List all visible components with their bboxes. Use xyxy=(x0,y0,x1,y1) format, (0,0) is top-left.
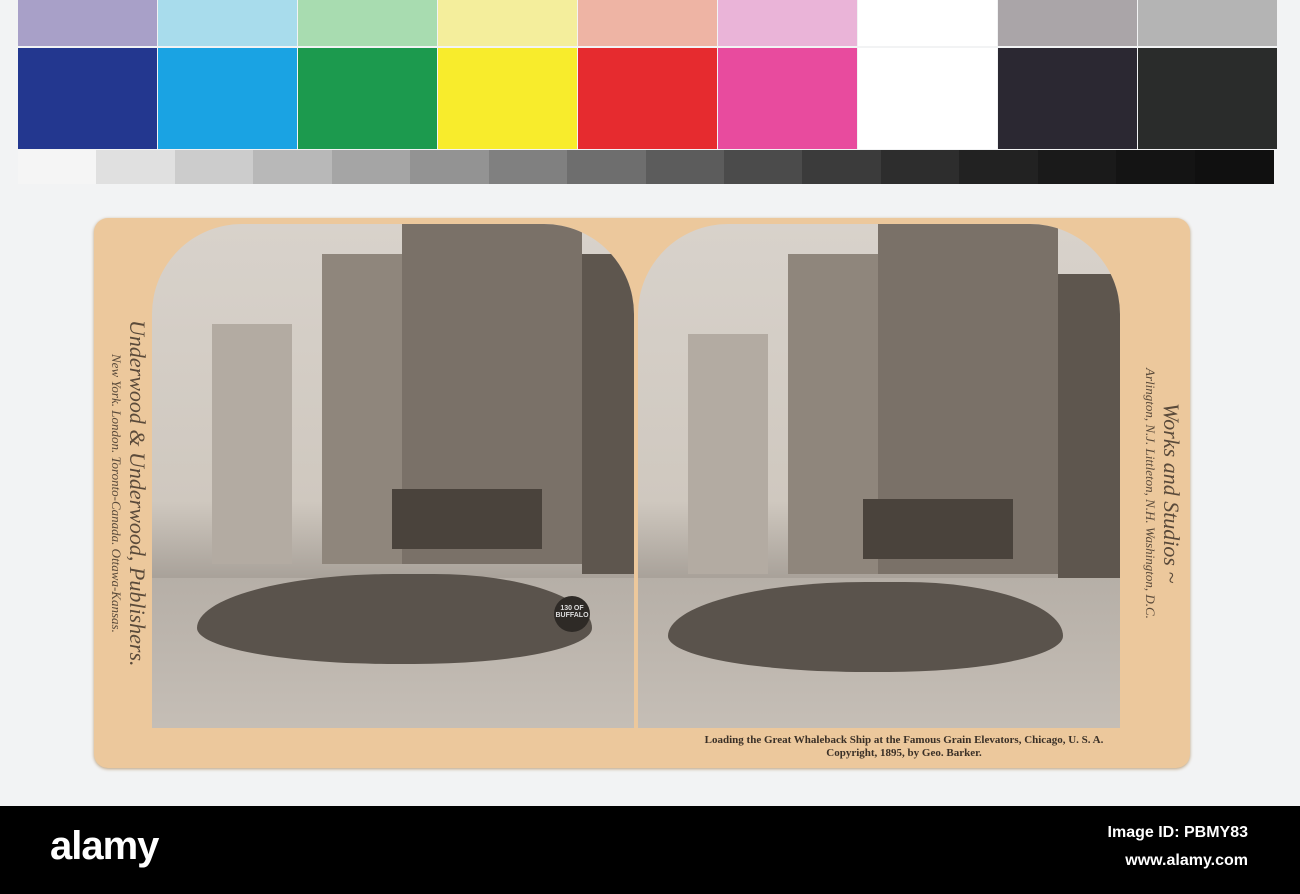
caption-title: Loading the Great Whaleback Ship at the … xyxy=(704,734,1104,746)
color-swatch-light xyxy=(718,0,857,46)
color-swatch-light xyxy=(858,0,997,46)
grayscale-patch xyxy=(253,150,333,184)
grayscale-patch xyxy=(96,150,176,184)
color-swatch-light xyxy=(438,0,577,46)
publisher-name: Underwood & Underwood, Publishers. xyxy=(125,319,150,667)
color-swatch xyxy=(438,48,577,149)
color-calibration-chart xyxy=(18,0,1278,186)
grayscale-patch xyxy=(723,150,804,184)
grayscale-patch xyxy=(18,150,98,184)
image-id: Image ID: PBMY83 xyxy=(1107,824,1248,841)
color-swatch xyxy=(858,48,997,149)
grayscale-patch xyxy=(802,150,882,184)
color-swatch-light xyxy=(158,0,297,46)
grayscale-patch xyxy=(1116,150,1196,184)
color-swatch xyxy=(158,48,297,149)
color-swatch xyxy=(1138,48,1277,149)
grayscale-patch xyxy=(488,150,569,184)
grayscale-patch xyxy=(410,150,490,184)
color-swatch xyxy=(18,48,157,149)
grayscale-patch xyxy=(174,150,255,184)
card-caption: Loading the Great Whaleback Ship at the … xyxy=(674,734,1134,760)
color-swatch-light xyxy=(578,0,717,46)
left-publisher-imprint: Underwood & Underwood, Publishers. New Y… xyxy=(100,258,150,728)
alamy-logo: alamy xyxy=(50,824,159,868)
color-swatch xyxy=(718,48,857,149)
color-swatch xyxy=(298,48,437,149)
color-swatch-light xyxy=(998,0,1137,46)
left-stereo-photo: 130 OF BUFFALO xyxy=(152,224,634,728)
grayscale-patch xyxy=(959,150,1039,184)
grayscale-patch xyxy=(567,150,647,184)
ship-marking: 130 OF BUFFALO xyxy=(554,596,590,632)
color-swatch xyxy=(578,48,717,149)
caption-copyright: Copyright, 1895, by Geo. Barker. xyxy=(826,747,982,759)
color-swatch-light xyxy=(1138,0,1277,46)
grayscale-patch xyxy=(1037,150,1118,184)
grayscale-patch xyxy=(645,150,725,184)
color-swatch-light xyxy=(298,0,437,46)
right-studio-imprint: Works and Studios ~ Arlington, N.J. Litt… xyxy=(1134,258,1184,728)
studio-cities: Arlington, N.J. Littleton, N.H. Washingt… xyxy=(1143,367,1158,619)
grayscale-patch xyxy=(1194,150,1274,184)
stereograph-card: Underwood & Underwood, Publishers. New Y… xyxy=(94,218,1190,768)
studio-label: Works and Studios ~ xyxy=(1159,402,1184,584)
grayscale-patch xyxy=(880,150,961,184)
right-stereo-photo xyxy=(638,224,1120,728)
color-swatch xyxy=(998,48,1137,149)
color-swatch-light xyxy=(18,0,157,46)
site-url: www.alamy.com xyxy=(1125,852,1248,869)
watermark-footer: alamy Image ID: PBMY83 www.alamy.com xyxy=(0,806,1300,894)
publisher-cities: New York. London. Toronto-Canada. Ottawa… xyxy=(109,353,124,633)
grayscale-patch xyxy=(331,150,412,184)
